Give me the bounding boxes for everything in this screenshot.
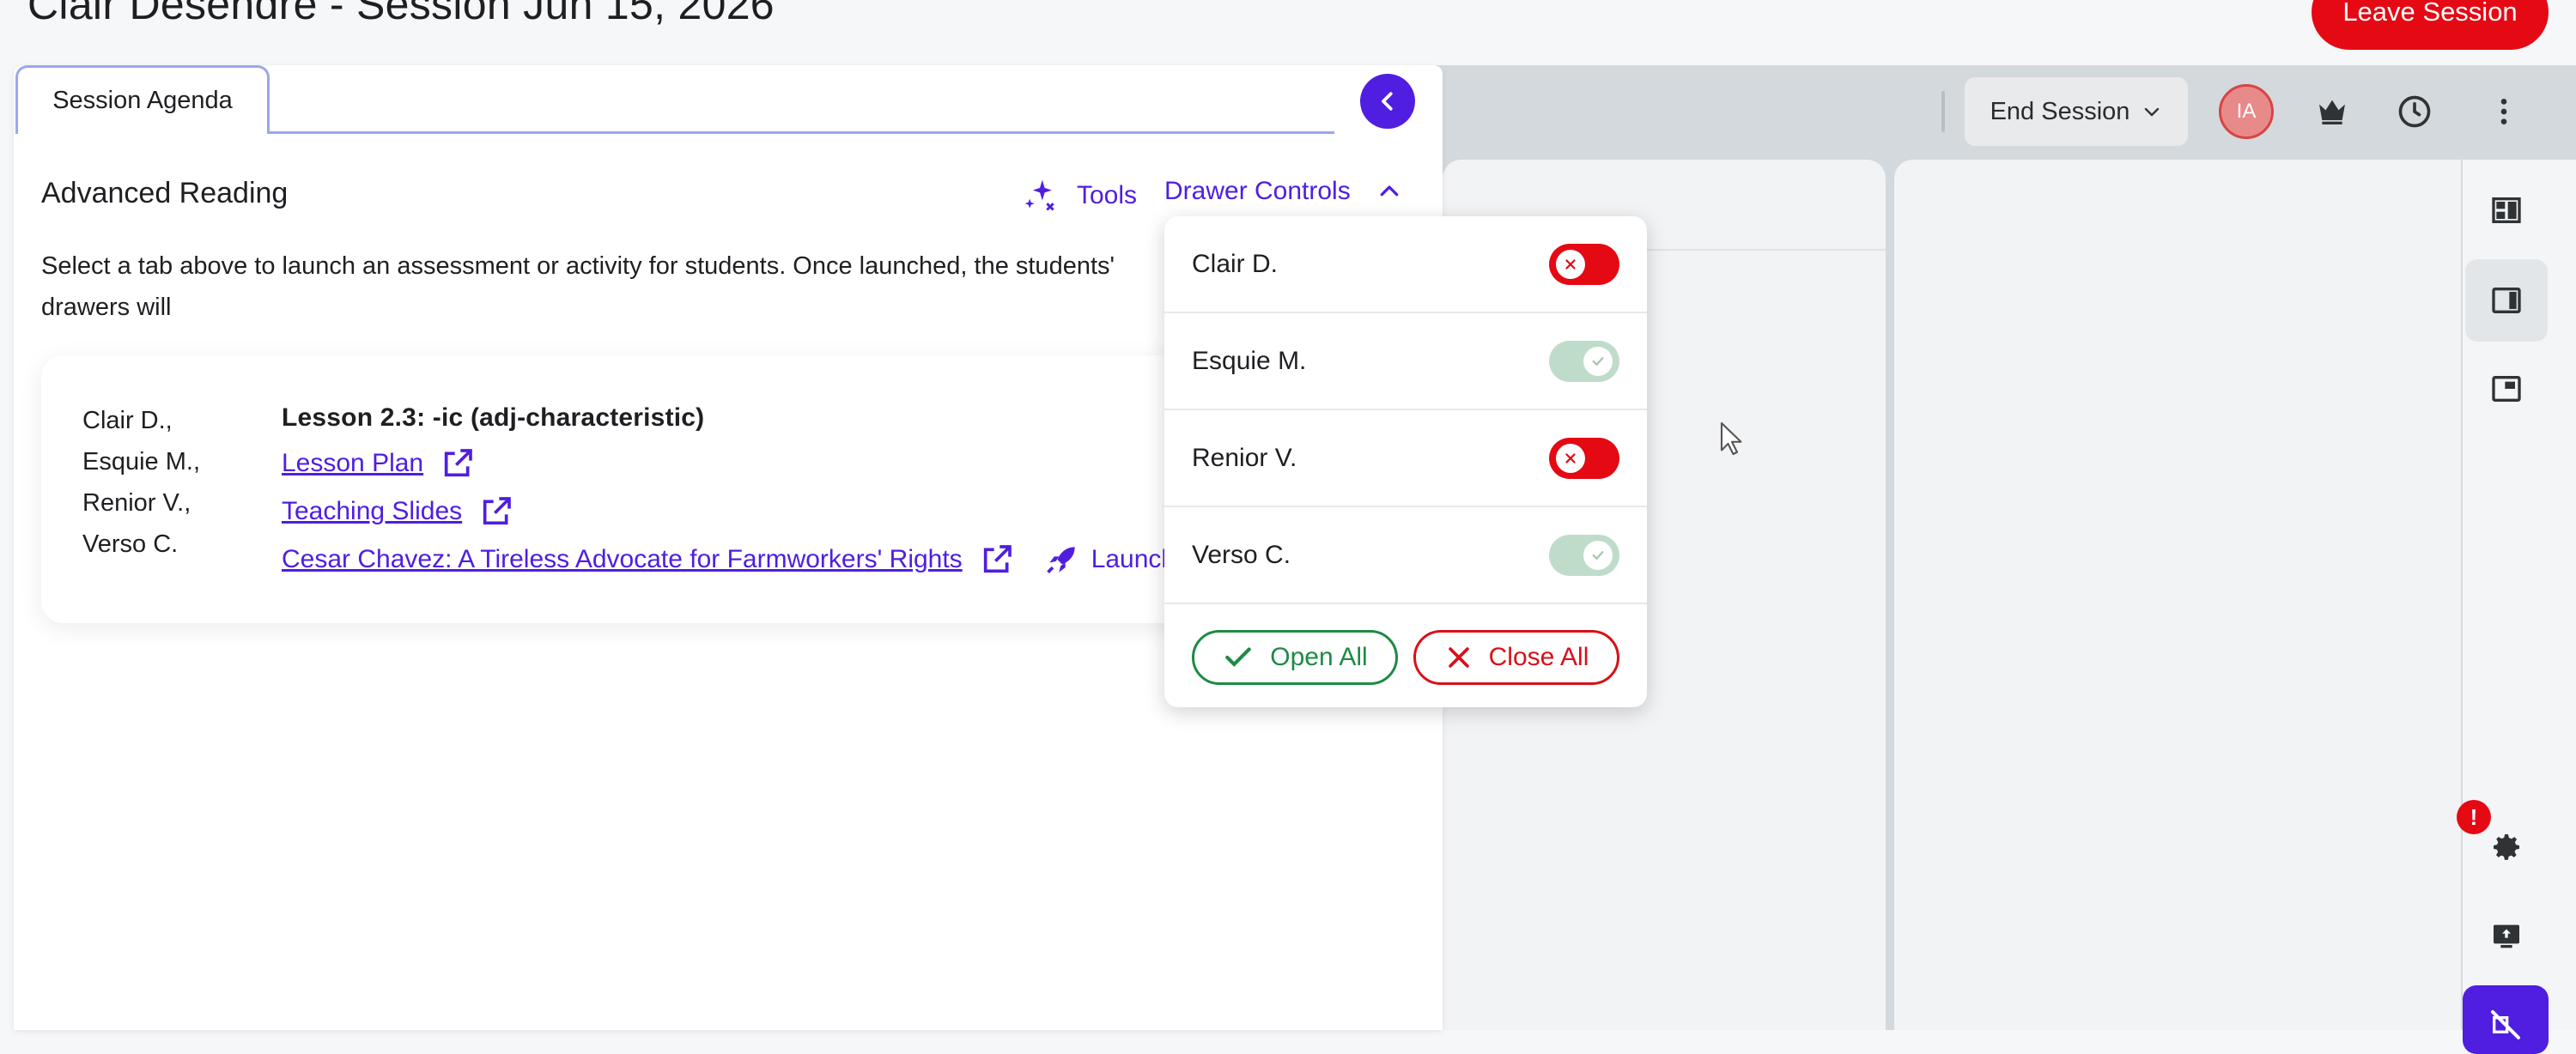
open-all-label: Open All <box>1270 643 1368 671</box>
launch-label: Launch <box>1091 545 1176 573</box>
chevron-left-icon <box>1382 92 1393 111</box>
collapse-panel-button[interactable] <box>1360 74 1415 129</box>
drawer-student-name: Verso C. <box>1192 540 1291 569</box>
end-session-dropdown[interactable]: End Session <box>1965 77 2188 146</box>
gear-icon[interactable] <box>2478 819 2535 875</box>
agenda-title: Advanced Reading <box>41 177 289 209</box>
open-all-button[interactable]: Open All <box>1192 630 1398 685</box>
drawer-student-name: Clair D. <box>1192 249 1279 278</box>
student-list: Clair D., Esquie M., Renior V., Verso C. <box>82 400 200 565</box>
right-panel <box>1894 160 2461 1030</box>
lesson-block: Lesson 2.3: -ic (adj-characteristic) Les… <box>282 397 1176 584</box>
drawer-row: Renior V. <box>1164 410 1647 507</box>
close-all-button[interactable]: Close All <box>1413 630 1619 685</box>
teaching-slides-link[interactable]: Teaching Slides <box>282 497 462 526</box>
external-link-icon[interactable] <box>479 494 513 529</box>
close-icon <box>1565 258 1576 270</box>
drawer-toggle[interactable] <box>1549 437 1619 479</box>
drawer-student-name: Renior V. <box>1192 443 1297 472</box>
chevron-up-icon <box>1380 185 1399 197</box>
chevron-down-icon <box>2145 107 2160 117</box>
crown-icon[interactable] <box>2308 88 2356 136</box>
close-icon <box>1565 452 1576 463</box>
reading-passage-link[interactable]: Cesar Chavez: A Tireless Advocate for Fa… <box>282 545 963 574</box>
picture-in-picture-icon[interactable] <box>2478 360 2535 417</box>
drawer-toggle[interactable] <box>1549 340 1619 382</box>
check-icon <box>1225 647 1252 667</box>
student-name: Clair D., <box>82 407 173 434</box>
leave-session-button[interactable]: Leave Session <box>2312 0 2549 50</box>
tab-session-agenda[interactable]: Session Agenda <box>15 65 270 134</box>
drawer-controls-popover: Clair D. Esquie M. Renior V. Verso C. Op… <box>1164 216 1647 707</box>
clock-icon[interactable] <box>2391 88 2439 136</box>
drawer-toggle[interactable] <box>1549 243 1619 285</box>
drawer-row: Clair D. <box>1164 216 1647 313</box>
drawer-controls-button[interactable]: Drawer Controls <box>1164 177 1402 206</box>
tools-button[interactable]: Tools <box>1022 177 1137 215</box>
drawer-controls-label: Drawer Controls <box>1164 177 1351 205</box>
mouse-cursor-icon <box>1720 421 1742 456</box>
close-icon <box>1448 647 1469 668</box>
lesson-title: Lesson 2.3: -ic (adj-characteristic) <box>282 403 705 432</box>
external-link-icon[interactable] <box>980 542 1014 577</box>
layout-sidebar-icon[interactable] <box>2465 259 2548 342</box>
drawer-row: Esquie M. <box>1164 313 1647 410</box>
screen-share-icon[interactable] <box>2478 908 2535 965</box>
tools-label: Tools <box>1077 181 1138 209</box>
avatar[interactable]: IA <box>2219 84 2274 139</box>
tab-underline <box>270 131 1334 134</box>
more-vertical-icon[interactable] <box>2480 88 2528 136</box>
student-name: Verso C. <box>82 530 179 558</box>
toolbar-divider <box>1941 91 1945 132</box>
launch-button[interactable]: Launch <box>1043 541 1176 578</box>
sparkles-icon <box>1024 179 1054 211</box>
student-name: Esquie M., <box>82 448 200 476</box>
agenda-instructions: Select a tab above to launch an assessme… <box>41 252 1115 321</box>
external-link-icon[interactable] <box>440 446 475 481</box>
drawer-row: Verso C. <box>1164 507 1647 604</box>
video-off-button[interactable] <box>2463 985 2549 1054</box>
rocket-icon <box>1046 547 1075 573</box>
close-all-label: Close All <box>1488 643 1589 671</box>
lesson-plan-link[interactable]: Lesson Plan <box>282 449 423 478</box>
check-icon <box>1592 356 1604 366</box>
student-name: Renior V., <box>82 489 191 517</box>
page-title: Clair Desendre - Session Jun 15, 2026 <box>27 0 775 28</box>
check-icon <box>1592 550 1604 560</box>
layout-grid-icon[interactable] <box>2478 182 2535 239</box>
end-session-label: End Session <box>1990 97 2130 125</box>
drawer-toggle[interactable] <box>1549 534 1619 576</box>
drawer-student-name: Esquie M. <box>1192 346 1307 375</box>
